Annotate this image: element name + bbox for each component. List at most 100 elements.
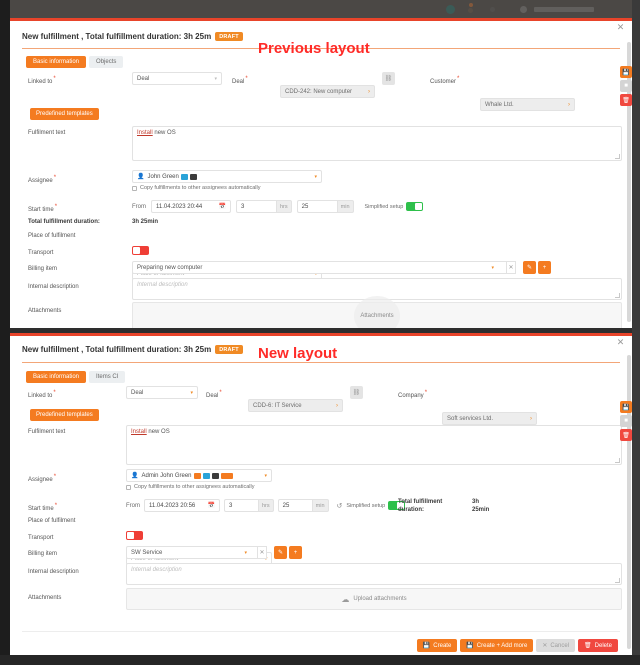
duration-hours-stepper[interactable]: 3 hrs xyxy=(224,499,274,512)
delete-button[interactable]: 🗑 Delete xyxy=(578,639,618,652)
label-assignee: Assignee* xyxy=(28,175,56,184)
add-billing-item-button[interactable]: + xyxy=(289,546,302,559)
previous-layout-dialog: ✕ New fulfillment , Total fulfillment du… xyxy=(10,18,632,328)
start-datetime-input[interactable]: 11.04.2023 20:56 📅 xyxy=(144,499,220,512)
transport-toggle[interactable] xyxy=(132,246,149,255)
app-background-left xyxy=(0,0,10,665)
ghost-icon-a xyxy=(468,8,473,13)
billing-item-select[interactable]: SW Service ▾ xyxy=(126,546,258,559)
label-customer-text: Customer xyxy=(430,79,457,85)
label-deal-text: Deal xyxy=(206,393,219,399)
fulfilment-text-link[interactable]: Install xyxy=(137,130,153,136)
resize-grip-icon[interactable] xyxy=(615,154,620,159)
resize-grip-icon[interactable] xyxy=(615,458,620,463)
attachments-dropzone[interactable]: ☁ Upload attachments xyxy=(126,588,622,610)
duration-minutes-input[interactable]: 25 xyxy=(277,499,312,512)
clear-billing-item-button[interactable]: ✕ xyxy=(258,546,267,559)
toggle-knob xyxy=(133,247,140,254)
floating-cancel-button[interactable]: ■ xyxy=(620,80,632,92)
start-datetime-input[interactable]: 11.04.2023 20:44 📅 xyxy=(151,200,231,213)
close-icon: ✕ xyxy=(542,643,548,649)
page-title: New fulfillment , Total fulfillment dura… xyxy=(22,345,243,355)
link-unlink-button[interactable]: ⛓ xyxy=(350,386,363,399)
start-time-group: From 11.04.2023 20:56 📅 3 hrs 25 min ↺ S… xyxy=(126,499,406,512)
billing-item-value: SW Service xyxy=(131,549,163,556)
tab-objects[interactable]: Objects xyxy=(89,56,124,68)
label-place-of-fulfilment: Place of fulfilment xyxy=(28,233,76,239)
billing-item-select[interactable]: Preparing new computer ▾ xyxy=(132,261,507,274)
calendar-icon[interactable]: 📅 xyxy=(208,502,215,509)
assignee-badge-dark xyxy=(211,472,219,479)
deal-select[interactable]: CDD-242: New computer › xyxy=(280,85,375,98)
company-select[interactable]: Soft services Ltd. › xyxy=(442,412,537,425)
assignee-field-group: 👤 John Green ▾ Copy fulfillments to othe… xyxy=(132,170,322,191)
checkbox[interactable] xyxy=(126,484,131,490)
new-layout-dialog: ✕ New fulfillment , Total fulfillment du… xyxy=(10,333,632,655)
floating-save-button[interactable]: 💾 xyxy=(620,401,632,413)
fulfilment-text-link[interactable]: Install xyxy=(131,429,147,435)
predefined-templates-button[interactable]: Predefined templates xyxy=(30,409,99,421)
label-deal-text: Deal xyxy=(232,79,245,85)
link-unlink-button[interactable]: ⛓ xyxy=(382,72,395,85)
calendar-icon[interactable]: 📅 xyxy=(219,203,226,210)
dialog-title-text: New fulfillment , Total fulfillment dura… xyxy=(22,32,212,41)
close-icon[interactable]: ✕ xyxy=(616,23,625,32)
duration-minutes-stepper[interactable]: 25 min xyxy=(296,200,354,213)
fulfilment-text-area[interactable]: Install new OS xyxy=(126,425,622,465)
cancel-button[interactable]: ✕ Cancel xyxy=(536,639,576,652)
internal-description-textarea[interactable]: Internal description xyxy=(126,563,622,585)
edit-billing-item-button[interactable]: ✎ xyxy=(523,261,536,274)
deal-select[interactable]: CDD-6: IT Service › xyxy=(248,399,343,412)
label-linked-to: Linked to* xyxy=(28,76,56,85)
copy-fulfillments-checkbox-row[interactable]: Copy fulfillments to other assignees aut… xyxy=(126,484,272,490)
simplified-setup-group: Simplified setup xyxy=(346,501,406,510)
tab-items-ci[interactable]: Items CI xyxy=(89,371,126,383)
dialog-scrollbar[interactable] xyxy=(627,355,631,649)
internal-description-placeholder: Internal description xyxy=(137,282,188,288)
copy-fulfillments-label: Copy fulfillments to other assignees aut… xyxy=(134,484,255,490)
duration-hours-input[interactable]: 3 xyxy=(224,499,258,512)
dialog-title-text: New fulfillment , Total fulfillment dura… xyxy=(22,345,212,354)
chevron-right-icon: › xyxy=(568,101,570,108)
fulfilment-text-area[interactable]: Install new OS xyxy=(132,126,622,161)
linked-to-select[interactable]: Deal ▾ xyxy=(126,386,198,399)
assignee-select[interactable]: 👤 Admin John Green ▾ xyxy=(126,469,272,482)
from-label: From xyxy=(132,203,146,210)
add-billing-item-button[interactable]: + xyxy=(538,261,551,274)
tab-basic-information[interactable]: Basic information xyxy=(26,371,87,383)
attachments-dropzone-label: Attachments xyxy=(360,313,394,319)
linked-to-select[interactable]: Deal ▾ xyxy=(132,72,222,85)
floating-cancel-button[interactable]: ■ xyxy=(620,415,632,427)
label-linked-to-text: Linked to xyxy=(28,79,53,85)
label-total-duration: Total fulfillment duration: xyxy=(398,498,442,514)
label-fulfilment-text: Fulfilment text xyxy=(28,130,66,136)
resize-grip-icon[interactable] xyxy=(615,578,620,583)
duration-minutes-stepper[interactable]: 25 min xyxy=(277,499,329,512)
tab-basic-information[interactable]: Basic information xyxy=(26,56,87,68)
label-internal-description: Internal description xyxy=(28,569,79,575)
duration-hours-input[interactable]: 3 xyxy=(236,200,276,213)
checkbox[interactable] xyxy=(132,185,137,191)
close-icon[interactable]: ✕ xyxy=(616,338,625,347)
simplified-setup-toggle[interactable] xyxy=(406,202,424,211)
create-add-more-button[interactable]: 💾 Create + Add more xyxy=(460,639,534,652)
assignee-badge-orange-wide xyxy=(220,472,233,479)
floating-save-button[interactable]: 💾 xyxy=(620,66,632,78)
assignee-select[interactable]: 👤 John Green ▾ xyxy=(132,170,322,183)
duration-minutes-input[interactable]: 25 xyxy=(296,200,337,213)
floating-delete-button[interactable]: 🗑 xyxy=(620,429,632,441)
copy-fulfillments-checkbox-row[interactable]: Copy fulfillments to other assignees aut… xyxy=(132,185,322,191)
reset-icon[interactable]: ↺ xyxy=(337,502,343,510)
customer-select[interactable]: Whale Ltd. › xyxy=(480,98,575,111)
assignee-badge-dark xyxy=(189,173,197,180)
duration-hours-stepper[interactable]: 3 hrs xyxy=(236,200,292,213)
floating-delete-button[interactable]: 🗑 xyxy=(620,94,632,106)
label-linked-to: Linked to* xyxy=(28,390,56,399)
predefined-templates-button[interactable]: Predefined templates xyxy=(30,108,99,120)
attachments-dropzone[interactable]: Attachments xyxy=(132,296,622,328)
transport-toggle[interactable] xyxy=(126,531,143,540)
clear-billing-item-button[interactable]: ✕ xyxy=(507,261,516,274)
resize-grip-icon[interactable] xyxy=(615,293,620,298)
create-button[interactable]: 💾 Create xyxy=(416,639,458,652)
edit-billing-item-button[interactable]: ✎ xyxy=(274,546,287,559)
